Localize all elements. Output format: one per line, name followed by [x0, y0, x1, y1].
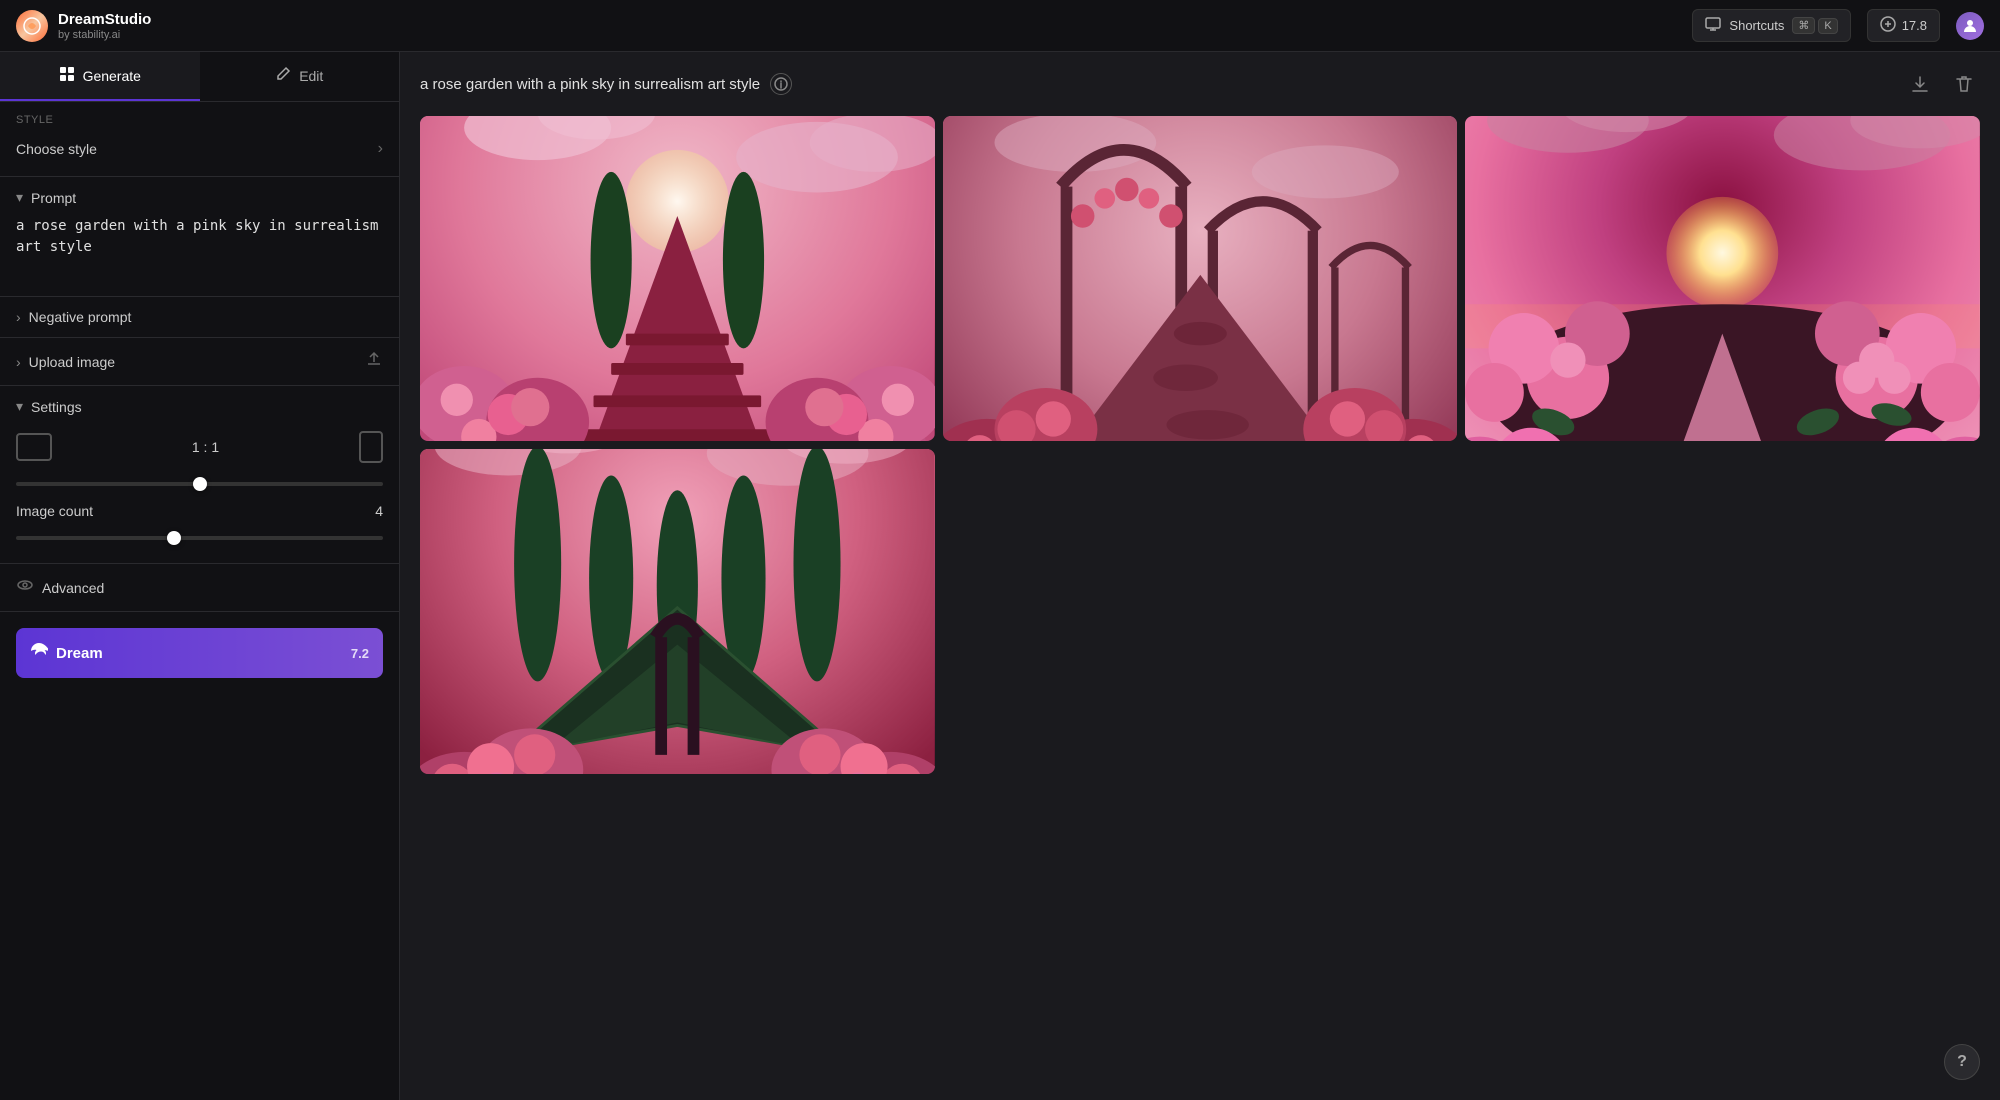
kbd-k: K: [1818, 18, 1837, 34]
negative-prompt-header[interactable]: › Negative prompt: [16, 309, 383, 325]
dream-button[interactable]: Dream 7.2: [16, 628, 383, 678]
tab-edit[interactable]: Edit: [200, 52, 400, 101]
main-layout: Generate Edit Style Choose style ›: [0, 52, 2000, 1100]
chevron-down-icon: ▾: [16, 189, 23, 206]
upload-image-section[interactable]: › Upload image: [0, 338, 399, 386]
app-title-group: DreamStudio by stability.ai: [58, 11, 151, 41]
info-icon[interactable]: [770, 73, 792, 95]
style-label: Style: [16, 114, 383, 126]
prompt-display: a rose garden with a pink sky in surreal…: [420, 73, 792, 95]
credits-icon: [1880, 16, 1896, 35]
image-count-value: 4: [375, 503, 383, 519]
image-count-label: Image count: [16, 503, 93, 519]
image-item[interactable]: [943, 116, 1458, 441]
image-item[interactable]: [1465, 116, 1980, 441]
image-count-row: Image count 4: [16, 503, 383, 519]
settings-label: Settings: [31, 399, 82, 415]
app-brand: DreamStudio by stability.ai: [16, 10, 151, 42]
aspect-portrait-icon: [359, 431, 383, 463]
chevron-right-upload-icon: ›: [16, 354, 21, 370]
generated-image-3: [1465, 116, 1980, 441]
tab-generate-label: Generate: [83, 68, 141, 84]
aspect-ratio-slider[interactable]: [16, 482, 383, 486]
sidebar: Generate Edit Style Choose style ›: [0, 52, 400, 1100]
dream-cost: 7.2: [351, 646, 369, 661]
aspect-ratio-row: 1 : 1: [16, 431, 383, 463]
prompt-display-text: a rose garden with a pink sky in surreal…: [420, 76, 760, 93]
negative-prompt-label: Negative prompt: [29, 309, 132, 325]
prompt-header[interactable]: ▾ Prompt: [16, 189, 383, 206]
help-button[interactable]: ?: [1944, 1044, 1980, 1080]
app-subtitle: by stability.ai: [58, 29, 151, 41]
advanced-section: Advanced: [0, 564, 399, 612]
generated-image-4: [420, 449, 935, 774]
keyboard-shortcut: ⌘ K: [1792, 17, 1837, 34]
delete-button[interactable]: [1948, 68, 1980, 100]
prompt-label: Prompt: [31, 190, 76, 206]
content-header: a rose garden with a pink sky in surreal…: [400, 52, 2000, 116]
image-item[interactable]: [420, 449, 935, 774]
dream-label: Dream: [56, 645, 103, 662]
header-actions: [1904, 68, 1980, 100]
style-selector[interactable]: Choose style ›: [16, 134, 383, 164]
content-area: a rose garden with a pink sky in surreal…: [400, 52, 2000, 1100]
prompt-input[interactable]: [16, 216, 383, 279]
chevron-right-small-icon: ›: [16, 309, 21, 325]
topbar: DreamStudio by stability.ai Shortcuts ⌘ …: [0, 0, 2000, 52]
advanced-label: Advanced: [42, 580, 104, 596]
tab-edit-label: Edit: [299, 68, 323, 84]
credits-value: 17.8: [1902, 18, 1927, 33]
topbar-actions: Shortcuts ⌘ K 17.8: [1692, 9, 1984, 42]
user-avatar[interactable]: [1956, 12, 1984, 40]
upload-label: Upload image: [29, 354, 115, 370]
help-label: ?: [1957, 1053, 1967, 1071]
eye-icon: [16, 576, 34, 599]
upload-left: › Upload image: [16, 354, 115, 370]
shortcuts-label: Shortcuts: [1729, 18, 1784, 33]
dream-btn-left: Dream: [30, 642, 103, 664]
tab-generate[interactable]: Generate: [0, 52, 200, 101]
grid-icon: [59, 66, 75, 85]
shortcuts-button[interactable]: Shortcuts ⌘ K: [1692, 9, 1850, 42]
app-name: DreamStudio: [58, 11, 151, 28]
download-button[interactable]: [1904, 68, 1936, 100]
image-count-slider-container: [16, 527, 383, 545]
generated-image-1: [420, 116, 935, 441]
generated-image-2: [943, 116, 1458, 441]
kbd-cmd: ⌘: [1792, 17, 1815, 34]
style-section: Style Choose style ›: [0, 102, 399, 177]
negative-prompt-section: › Negative prompt: [0, 297, 399, 338]
dream-icon: [30, 642, 48, 664]
settings-header[interactable]: ▾ Settings: [16, 398, 383, 415]
settings-section: ▾ Settings 1 : 1 Image count 4: [0, 386, 399, 564]
monitor-icon: [1705, 16, 1721, 35]
edit-icon: [275, 66, 291, 85]
upload-icon: [365, 350, 383, 373]
image-item[interactable]: [420, 116, 935, 441]
app-logo: [16, 10, 48, 42]
prompt-section: ▾ Prompt: [0, 177, 399, 297]
aspect-slider-container: [16, 473, 383, 491]
chevron-down-settings-icon: ▾: [16, 398, 23, 415]
advanced-header[interactable]: Advanced: [16, 576, 383, 599]
style-placeholder: Choose style: [16, 141, 97, 157]
mode-tabs: Generate Edit: [0, 52, 399, 102]
credits-display: 17.8: [1867, 9, 1940, 42]
image-count-slider[interactable]: [16, 536, 383, 540]
image-grid: [400, 116, 2000, 1100]
aspect-landscape-icon: [16, 433, 52, 461]
chevron-right-icon: ›: [378, 140, 383, 158]
aspect-ratio-value: 1 : 1: [192, 439, 219, 455]
